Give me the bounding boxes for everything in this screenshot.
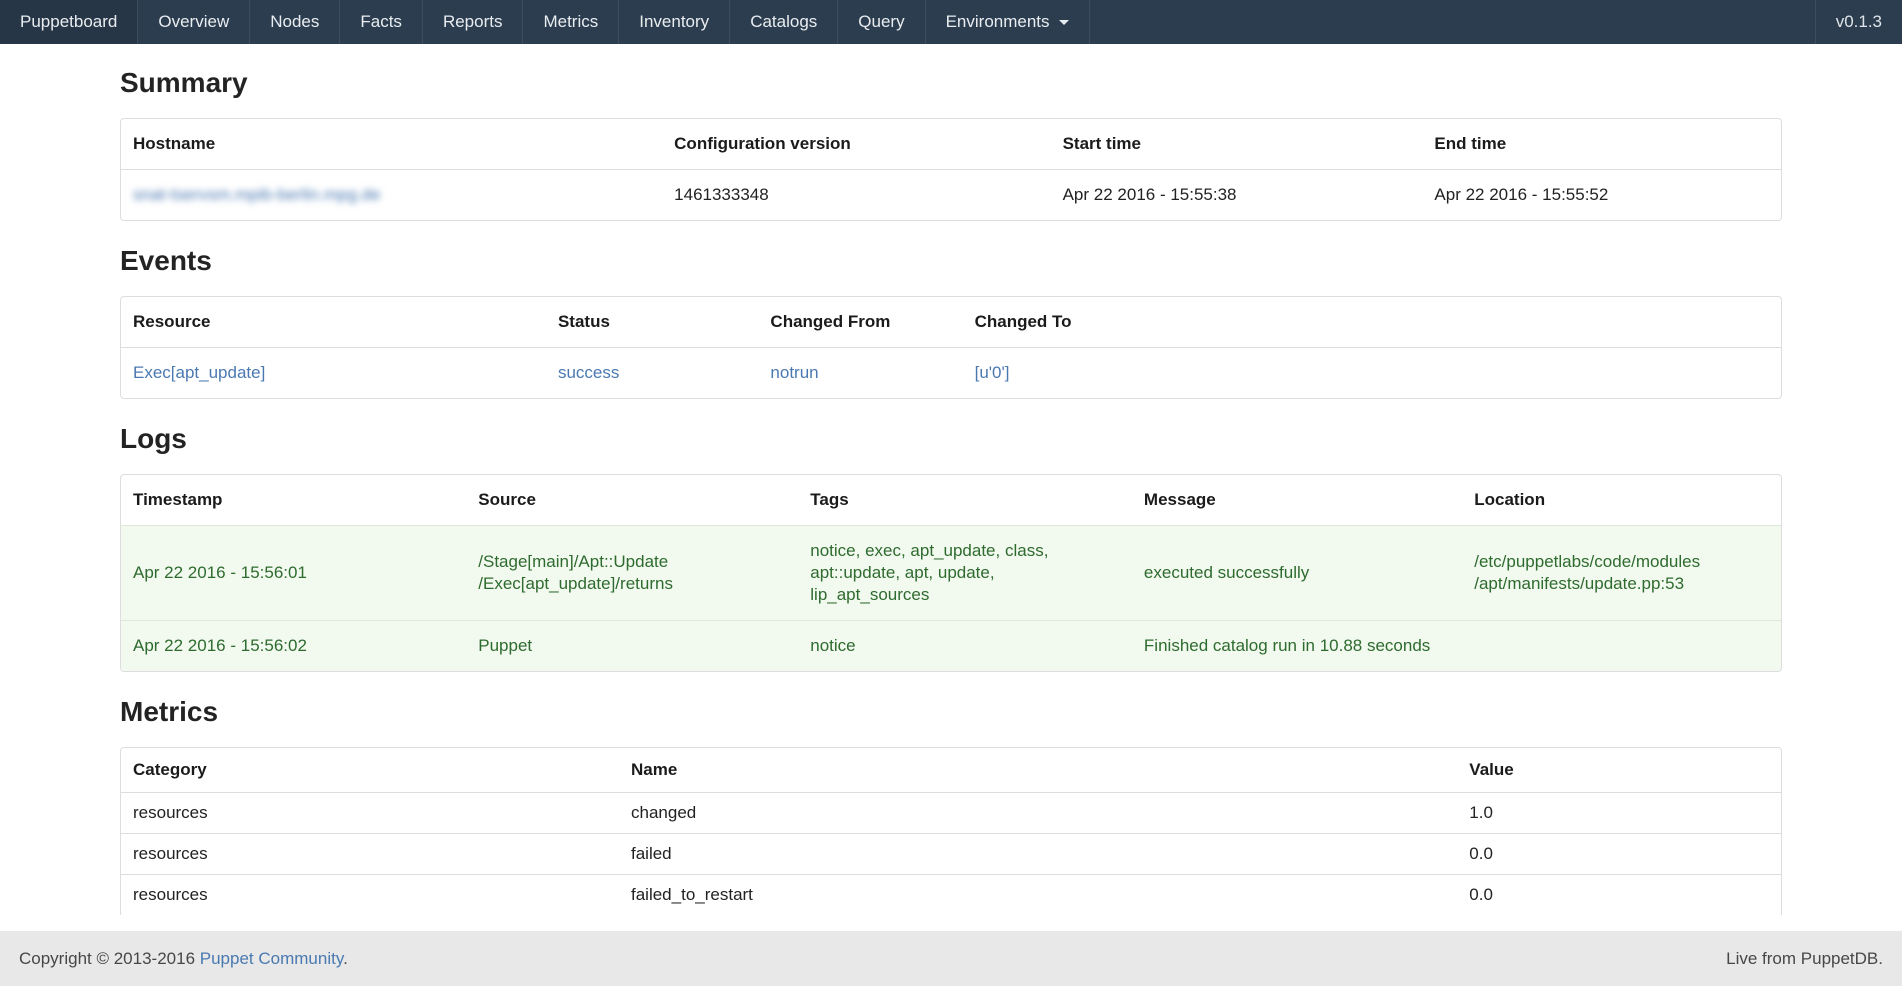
event-changed-to-link[interactable]: [u'0'] bbox=[975, 363, 1010, 382]
metric-row: resources failed 0.0 bbox=[121, 834, 1781, 875]
metrics-table: Category Name Value resources changed 1.… bbox=[121, 748, 1781, 915]
summary-header-row: Hostname Configuration version Start tim… bbox=[121, 119, 1781, 170]
navbar-spacer bbox=[1090, 0, 1816, 44]
log-timestamp: Apr 22 2016 - 15:56:01 bbox=[121, 526, 466, 621]
logs-col-tags: Tags bbox=[798, 475, 1132, 526]
metrics-header-row: Category Name Value bbox=[121, 748, 1781, 793]
page-footer: Copyright © 2013-2016 Puppet Community. … bbox=[0, 931, 1902, 986]
metrics-section-title: Metrics bbox=[120, 696, 1782, 727]
summary-col-start-time: Start time bbox=[1051, 119, 1423, 170]
event-changed-from-link[interactable]: notrun bbox=[770, 363, 818, 382]
logs-section-title: Logs bbox=[120, 423, 1782, 454]
logs-table-panel: Timestamp Source Tags Message Location A… bbox=[120, 474, 1782, 672]
log-message: Finished catalog run in 10.88 seconds bbox=[1132, 621, 1462, 672]
config-version-value: 1461333348 bbox=[662, 170, 1050, 221]
event-resource-link[interactable]: Exec[apt_update] bbox=[133, 363, 265, 382]
footer-copyright-text: Copyright © 2013-2016 bbox=[19, 949, 200, 968]
log-location bbox=[1462, 621, 1781, 672]
logs-col-location: Location bbox=[1462, 475, 1781, 526]
logs-col-timestamp: Timestamp bbox=[121, 475, 466, 526]
footer-live-status: Live from PuppetDB. bbox=[1726, 949, 1883, 969]
metrics-col-name: Name bbox=[619, 748, 1457, 793]
metrics-col-category: Category bbox=[121, 748, 619, 793]
main-content: Summary Hostname Configuration version S… bbox=[120, 67, 1782, 915]
event-row: Exec[apt_update] success notrun [u'0'] bbox=[121, 348, 1781, 399]
events-section-title: Events bbox=[120, 245, 1782, 276]
metrics-col-value: Value bbox=[1457, 748, 1781, 793]
metrics-table-panel: Category Name Value resources changed 1.… bbox=[120, 747, 1782, 915]
log-source: Puppet bbox=[466, 621, 798, 672]
footer-period: . bbox=[343, 949, 348, 968]
summary-table: Hostname Configuration version Start tim… bbox=[121, 119, 1781, 220]
log-tags: notice bbox=[798, 621, 1132, 672]
summary-section-title: Summary bbox=[120, 67, 1782, 98]
nav-item-catalogs[interactable]: Catalogs bbox=[730, 0, 838, 44]
chevron-down-icon bbox=[1059, 20, 1069, 25]
nav-item-reports[interactable]: Reports bbox=[423, 0, 524, 44]
events-header-row: Resource Status Changed From Changed To bbox=[121, 297, 1781, 348]
logs-col-source: Source bbox=[466, 475, 798, 526]
nav-item-metrics[interactable]: Metrics bbox=[523, 0, 619, 44]
log-row: Apr 22 2016 - 15:56:01 /Stage[main]/Apt:… bbox=[121, 526, 1781, 621]
summary-col-hostname: Hostname bbox=[121, 119, 662, 170]
log-message: executed successfully bbox=[1132, 526, 1462, 621]
event-status-link[interactable]: success bbox=[558, 363, 619, 382]
metric-name: failed_to_restart bbox=[619, 875, 1457, 916]
top-navbar: Puppetboard Overview Nodes Facts Reports… bbox=[0, 0, 1902, 44]
start-time-value: Apr 22 2016 - 15:55:38 bbox=[1051, 170, 1423, 221]
end-time-value: Apr 22 2016 - 15:55:52 bbox=[1422, 170, 1781, 221]
metric-value: 1.0 bbox=[1457, 793, 1781, 834]
log-row: Apr 22 2016 - 15:56:02 Puppet notice Fin… bbox=[121, 621, 1781, 672]
events-col-status: Status bbox=[546, 297, 758, 348]
log-tags: notice, exec, apt_update, class, apt::up… bbox=[798, 526, 1132, 621]
log-location: /etc/puppetlabs/code/modules /apt/manife… bbox=[1462, 526, 1781, 621]
nav-dropdown-environments-label: Environments bbox=[946, 12, 1050, 32]
metric-name: changed bbox=[619, 793, 1457, 834]
summary-col-config-version: Configuration version bbox=[662, 119, 1050, 170]
metric-category: resources bbox=[121, 834, 619, 875]
logs-header-row: Timestamp Source Tags Message Location bbox=[121, 475, 1781, 526]
nav-dropdown-environments[interactable]: Environments bbox=[926, 0, 1090, 44]
events-table: Resource Status Changed From Changed To … bbox=[121, 297, 1781, 398]
logs-table: Timestamp Source Tags Message Location A… bbox=[121, 475, 1781, 671]
events-col-resource: Resource bbox=[121, 297, 546, 348]
puppet-community-link[interactable]: Puppet Community bbox=[200, 949, 343, 968]
metric-value: 0.0 bbox=[1457, 834, 1781, 875]
events-col-changed-from: Changed From bbox=[758, 297, 962, 348]
summary-col-end-time: End time bbox=[1422, 119, 1781, 170]
metric-row: resources failed_to_restart 0.0 bbox=[121, 875, 1781, 916]
navbar-brand[interactable]: Puppetboard bbox=[0, 0, 138, 44]
metric-value: 0.0 bbox=[1457, 875, 1781, 916]
log-timestamp: Apr 22 2016 - 15:56:02 bbox=[121, 621, 466, 672]
metric-category: resources bbox=[121, 875, 619, 916]
nav-item-facts[interactable]: Facts bbox=[340, 0, 423, 44]
hostname-link[interactable]: snat-tservsm.mpib-berlin.mpg.de bbox=[133, 185, 381, 204]
nav-item-nodes[interactable]: Nodes bbox=[250, 0, 340, 44]
metric-category: resources bbox=[121, 793, 619, 834]
nav-item-inventory[interactable]: Inventory bbox=[619, 0, 730, 44]
summary-table-panel: Hostname Configuration version Start tim… bbox=[120, 118, 1782, 221]
logs-col-message: Message bbox=[1132, 475, 1462, 526]
events-col-changed-to: Changed To bbox=[963, 297, 1781, 348]
metric-name: failed bbox=[619, 834, 1457, 875]
metric-row: resources changed 1.0 bbox=[121, 793, 1781, 834]
version-badge: v0.1.3 bbox=[1816, 0, 1902, 44]
log-source: /Stage[main]/Apt::Update /Exec[apt_updat… bbox=[466, 526, 798, 621]
nav-item-query[interactable]: Query bbox=[838, 0, 925, 44]
nav-item-overview[interactable]: Overview bbox=[138, 0, 250, 44]
footer-copyright: Copyright © 2013-2016 Puppet Community. bbox=[19, 949, 348, 969]
events-table-panel: Resource Status Changed From Changed To … bbox=[120, 296, 1782, 399]
summary-row: snat-tservsm.mpib-berlin.mpg.de 14613333… bbox=[121, 170, 1781, 221]
